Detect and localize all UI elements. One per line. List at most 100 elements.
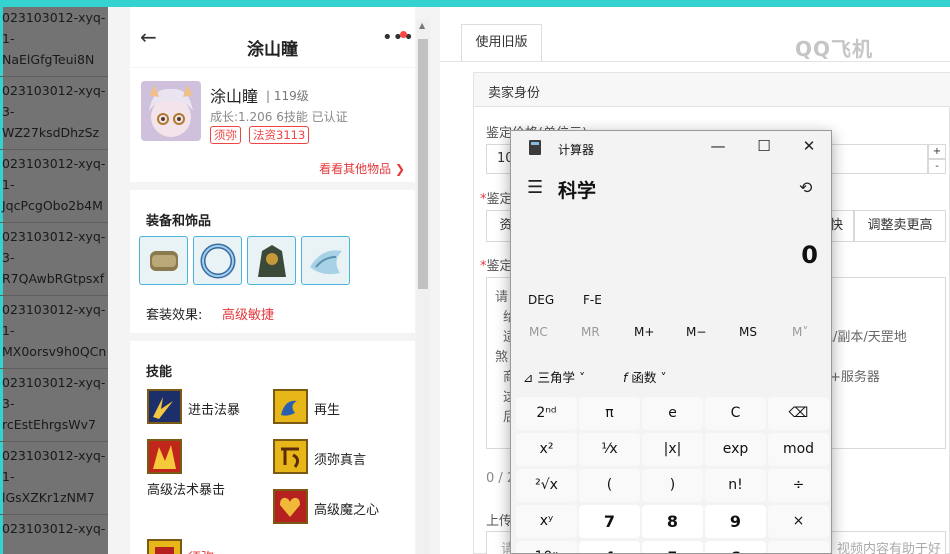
calc-key-2-1[interactable]: ( <box>579 469 640 502</box>
memory-recall[interactable]: MR <box>581 325 600 339</box>
memory-subtract[interactable]: M− <box>686 325 706 339</box>
memory-list[interactable]: M˅ <box>792 325 808 339</box>
list-line[interactable]: 023103012-xyq- <box>2 521 105 536</box>
list-line[interactable]: 023103012-xyq- <box>2 156 105 171</box>
upload-label: 上传 <box>486 514 513 529</box>
list-line[interactable]: lGsXZKr1zNM7 <box>2 490 95 505</box>
skill-icon-gaojifashubaoji[interactable] <box>147 439 182 474</box>
calc-key-4-4[interactable]: − <box>768 541 829 553</box>
list-line[interactable]: NaElGfgTeui8N <box>2 52 94 67</box>
list-line[interactable]: MX0orsv9h0QCn <box>2 344 106 359</box>
list-line[interactable]: rcEstEhrgsWv7 <box>2 417 96 432</box>
hamburger-menu-icon[interactable]: ☰ <box>527 177 543 198</box>
skill-label-xumi: 须弥 <box>188 547 214 554</box>
trigonometry-dropdown[interactable]: ⊿ 三角学 ˅ <box>523 367 585 386</box>
calc-key-3-2[interactable]: 8 <box>642 505 703 538</box>
list-line[interactable]: WZ27ksdDhzSz <box>2 125 99 140</box>
list-line[interactable]: R7QAwbRGtpsxf <box>2 271 104 286</box>
description-label-text: 鉴定 <box>486 259 513 274</box>
calc-key-2-4[interactable]: ÷ <box>768 469 829 502</box>
calc-key-0-1[interactable]: π <box>579 397 640 430</box>
skill-icon-gaojimozhixin[interactable] <box>273 489 308 524</box>
adjust-higher-button[interactable]: 调整卖更高 <box>854 210 946 242</box>
pet-name: 涂山瞳 <box>210 87 259 106</box>
calc-key-1-3[interactable]: exp <box>705 433 766 466</box>
more-icon[interactable]: ••• <box>382 29 414 47</box>
list-line[interactable]: 3- <box>2 104 14 119</box>
list-line[interactable]: 1- <box>2 469 14 484</box>
list-line[interactable]: 1- <box>2 177 14 192</box>
list-line[interactable]: 3- <box>2 250 14 265</box>
desc-right-1: 兆/副本/天罡地 <box>820 330 907 345</box>
detail-scrollbar[interactable]: ▲ <box>416 19 430 554</box>
price-increment[interactable]: + <box>928 144 946 159</box>
calc-key-0-0[interactable]: 2ⁿᵈ <box>516 397 577 430</box>
upload-hint: 视频内容有助于好 <box>837 542 942 554</box>
pet-growth-info: 成长:1.206 6技能 已认证 <box>210 110 348 124</box>
appraise-label: *鉴定 <box>480 188 513 207</box>
list-separator <box>0 441 108 442</box>
equip-slot-3[interactable] <box>247 236 296 285</box>
list-line[interactable]: 023103012-xyq- <box>2 229 105 244</box>
calc-key-0-4[interactable]: ⌫ <box>768 397 829 430</box>
memory-add[interactable]: M+ <box>634 325 654 339</box>
skill-icon-jinjifabao[interactable] <box>147 389 182 424</box>
window-top-edge <box>0 0 950 7</box>
calc-key-2-0[interactable]: ²√x <box>516 469 577 502</box>
skill-label-xumizhenyan: 须弥真言 <box>314 453 367 468</box>
equip-slot-4[interactable] <box>301 236 350 285</box>
price-decrement[interactable]: - <box>928 159 946 174</box>
fe-toggle[interactable]: F-E <box>583 293 602 307</box>
calc-key-4-0[interactable]: 10ˣ <box>516 541 577 553</box>
equip-slot-1[interactable] <box>139 236 188 285</box>
calc-key-2-2[interactable]: ) <box>642 469 703 502</box>
calc-key-4-3[interactable]: 6 <box>705 541 766 553</box>
list-line[interactable]: 023103012-xyq- <box>2 375 105 390</box>
seller-identity-band: 卖家身份 <box>474 73 950 107</box>
list-line[interactable]: 023103012-xyq- <box>2 302 105 317</box>
deg-toggle[interactable]: DEG <box>528 293 554 307</box>
scroll-up-arrow-icon[interactable]: ▲ <box>419 21 425 30</box>
function-dropdown[interactable]: f 函数 ˅ <box>623 367 667 386</box>
calc-key-1-2[interactable]: |x| <box>642 433 703 466</box>
calc-key-1-0[interactable]: x² <box>516 433 577 466</box>
tag-xumi: 须弥 <box>210 126 241 144</box>
maximize-button[interactable]: ☐ <box>749 137 779 155</box>
calc-key-3-4[interactable]: × <box>768 505 829 538</box>
list-line[interactable]: 1- <box>2 323 14 338</box>
list-separator <box>0 514 108 515</box>
skill-icon-zaisheng[interactable] <box>273 389 308 424</box>
calc-key-4-1[interactable]: 4 <box>579 541 640 553</box>
equipment-section: 装备和饰品 套装效果: 高级敏捷 <box>130 190 415 333</box>
pet-avatar <box>141 81 201 141</box>
see-other-items-link[interactable]: 看看其他物品 ❯ <box>319 160 405 177</box>
list-line[interactable]: 023103012-xyq- <box>2 10 105 25</box>
calc-key-0-2[interactable]: e <box>642 397 703 430</box>
calc-key-4-2[interactable]: 5 <box>642 541 703 553</box>
close-button[interactable]: ✕ <box>794 137 824 155</box>
list-line[interactable]: 023103012-xyq- <box>2 448 105 463</box>
calc-key-3-0[interactable]: xʸ <box>516 505 577 538</box>
calc-key-3-3[interactable]: 9 <box>705 505 766 538</box>
calc-key-1-1[interactable]: ¹⁄x <box>579 433 640 466</box>
tab-use-old-version[interactable]: 使用旧版 <box>461 24 542 61</box>
memory-clear[interactable]: MC <box>529 325 548 339</box>
calc-key-0-3[interactable]: C <box>705 397 766 430</box>
calc-key-2-3[interactable]: n! <box>705 469 766 502</box>
list-line[interactable]: 023103012-xyq- <box>2 83 105 98</box>
list-line[interactable]: 1- <box>2 31 14 46</box>
skill-label-gaojifashubaoji: 高级法术暴击 <box>147 483 226 498</box>
minimize-button[interactable]: — <box>703 137 733 155</box>
memory-store[interactable]: MS <box>739 325 757 339</box>
skill-icon-xumi[interactable] <box>147 539 182 554</box>
scrollbar-thumb[interactable] <box>418 39 428 289</box>
item-detail-panel: ← 涂山瞳 ••• 涂山瞳 | 119级 成长:1.206 6技能 已认证 须弥… <box>108 7 440 554</box>
list-line[interactable]: JqcPcgObo2b4M <box>2 198 103 213</box>
calc-key-3-1[interactable]: 7 <box>579 505 640 538</box>
calc-key-1-4[interactable]: mod <box>768 433 829 466</box>
list-line[interactable]: 3- <box>2 396 14 411</box>
calculator-display: 0 <box>801 241 818 269</box>
history-icon[interactable]: ⟲ <box>799 178 812 197</box>
equip-slot-2[interactable] <box>193 236 242 285</box>
skill-icon-xumizhenyan[interactable] <box>273 439 308 474</box>
